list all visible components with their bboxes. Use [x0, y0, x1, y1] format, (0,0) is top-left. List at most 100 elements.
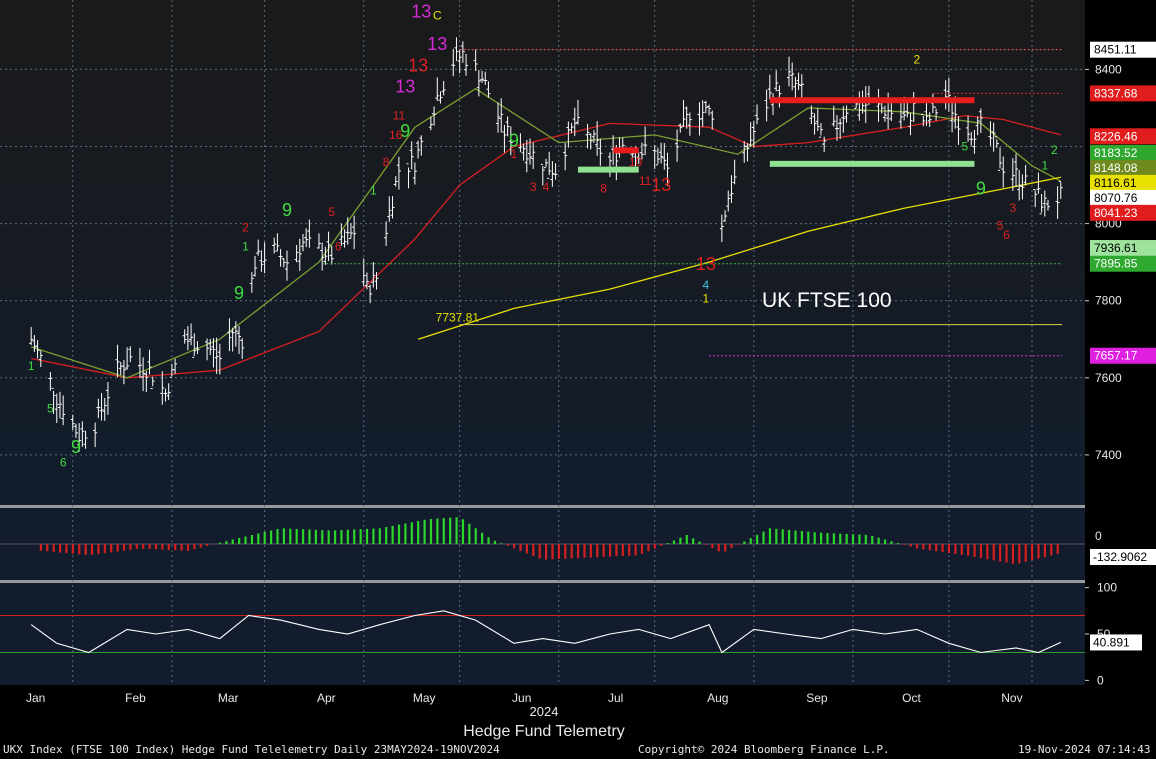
- hist-bar: [973, 544, 976, 557]
- hist-bar: [781, 529, 784, 544]
- hist-bar: [845, 533, 848, 544]
- hist-bar: [538, 544, 541, 559]
- hist-bar: [749, 538, 752, 544]
- price-label: 8183.52: [1090, 144, 1156, 161]
- count-label: 1: [1041, 159, 1048, 173]
- hist-bar: [238, 538, 241, 544]
- hist-bar: [576, 544, 580, 559]
- count-label: 9: [71, 437, 81, 457]
- count-label: 3: [1009, 201, 1016, 215]
- hist-bar: [39, 544, 42, 551]
- count-label: C: [433, 8, 442, 22]
- hist-bar: [1056, 544, 1059, 554]
- hist-bar: [596, 544, 599, 558]
- price-label-text: 7895.85: [1094, 257, 1138, 271]
- count-label: 6: [335, 240, 342, 254]
- hist-bar: [717, 544, 720, 552]
- hist-bar: [487, 537, 490, 544]
- hist-bar: [653, 544, 656, 549]
- hist-bar: [46, 544, 49, 552]
- hist-bar: [263, 532, 266, 544]
- hist-bar: [103, 544, 106, 554]
- hist-bar: [858, 534, 861, 544]
- price-label: 7657.17: [1090, 347, 1156, 364]
- hist-bar: [410, 522, 413, 544]
- hist-bar: [634, 544, 637, 556]
- hist-bar: [110, 544, 113, 553]
- hist-bar: [244, 536, 247, 544]
- price-label-text: 8337.68: [1094, 86, 1138, 100]
- hist-bar: [474, 528, 477, 544]
- hist-bar: [832, 533, 835, 544]
- hist-bar: [551, 544, 554, 560]
- price-label: 8116.61: [1090, 174, 1156, 191]
- hist-bar: [180, 544, 183, 551]
- hist-bar: [442, 518, 445, 544]
- count-label: 13: [651, 175, 671, 195]
- month-label-may: May: [413, 691, 436, 705]
- hist-bar: [915, 544, 919, 549]
- hist-bar: [257, 533, 260, 544]
- hist-bar: [154, 544, 158, 550]
- hist-bar: [544, 544, 548, 560]
- hist-bar: [461, 519, 465, 544]
- hist-bar: [954, 544, 957, 554]
- hist-bar: [775, 528, 778, 544]
- hist-bar: [1050, 544, 1053, 556]
- hist-bar: [736, 544, 740, 545]
- hist-bar: [289, 528, 292, 544]
- hist-bar: [589, 544, 592, 558]
- hist-bar: [135, 544, 138, 549]
- hist-bar: [327, 530, 330, 544]
- hist-bar: [391, 525, 394, 544]
- price-label-text: 8041.23: [1094, 206, 1138, 220]
- hist-bar: [78, 544, 81, 555]
- hist-bar: [941, 544, 944, 553]
- panel-separator: [0, 580, 1156, 583]
- hist-bar: [71, 544, 74, 554]
- hist-bar: [564, 544, 567, 559]
- hist-bar: [333, 530, 337, 544]
- hist-bar: [877, 537, 880, 544]
- count-label: 8: [600, 182, 607, 196]
- price-label-text: 7657.17: [1094, 349, 1138, 363]
- hist-bar: [148, 544, 151, 549]
- hist-bar: [1024, 544, 1027, 562]
- hist-bar: [1011, 544, 1015, 564]
- hist-bar: [660, 544, 663, 546]
- count-label: 5: [328, 205, 335, 219]
- count-label: 3: [530, 180, 537, 194]
- price-label: 8041.23: [1090, 204, 1156, 221]
- month-label-sep: Sep: [806, 691, 828, 705]
- count-label: 2: [914, 53, 921, 67]
- count-label: 5: [962, 139, 969, 153]
- footer-left: UKX Index (FTSE 100 Index) Hedge Fund Te…: [3, 743, 500, 756]
- hist-bar: [1043, 544, 1047, 558]
- count-label: 9: [976, 179, 986, 199]
- hist-bar: [666, 543, 669, 544]
- hist-bar: [365, 528, 369, 544]
- hist-bar: [851, 534, 855, 544]
- axis-bg: [1085, 0, 1156, 690]
- count-label: 1: [28, 359, 35, 373]
- hist-bar: [935, 544, 938, 552]
- hist-bar: [621, 544, 624, 556]
- hist-bar: [992, 544, 995, 561]
- hist-bar: [647, 544, 650, 552]
- hist-bar: [340, 530, 343, 544]
- footer-center: Copyright© 2024 Bloomberg Finance L.P.: [638, 743, 890, 756]
- hist-bar: [65, 544, 68, 554]
- price-label-text: 8116.61: [1094, 176, 1137, 190]
- hist-bar: [960, 544, 963, 555]
- month-label-jul: Jul: [608, 691, 623, 705]
- hist-bar: [768, 528, 772, 544]
- hist-bar: [231, 539, 234, 544]
- hist-bar: [308, 529, 311, 544]
- hist-bar: [909, 544, 912, 547]
- month-label-aug: Aug: [707, 691, 728, 705]
- count-label: 9: [282, 200, 292, 220]
- hist-bar: [813, 532, 816, 544]
- hist-bar: [429, 519, 433, 544]
- osc-tick-label: 100: [1097, 581, 1117, 595]
- hist-bar: [84, 544, 87, 555]
